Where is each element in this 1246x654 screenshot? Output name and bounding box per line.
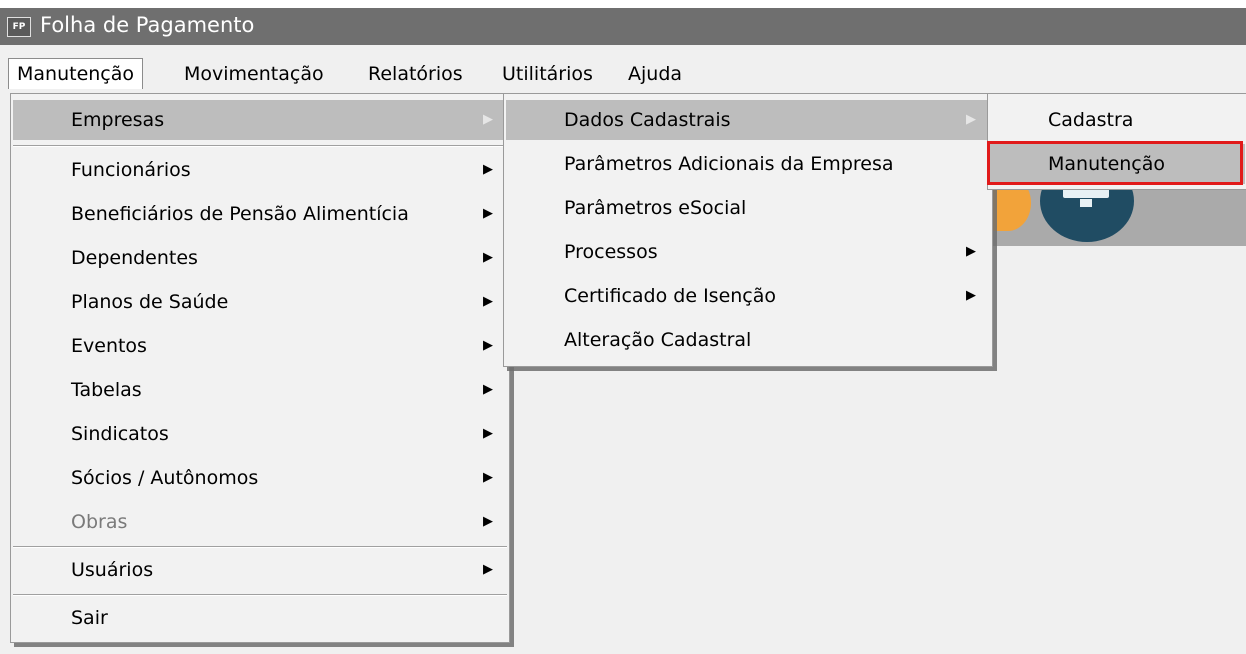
menu-item-dados-cadastrais[interactable]: Dados Cadastrais ▶ xyxy=(506,100,990,140)
menu-item-parametros-esocial[interactable]: Parâmetros eSocial xyxy=(506,188,990,228)
menu-item-beneficiarios[interactable]: Beneficiários de Pensão Alimentícia ▶ xyxy=(13,194,507,234)
menu-relatorios[interactable]: Relatórios xyxy=(360,59,471,89)
menu-item-sair[interactable]: Sair xyxy=(13,598,507,638)
submenu-arrow-icon: ▶ xyxy=(966,112,976,127)
menu-item-label: Alteração Cadastral xyxy=(564,329,752,351)
manutencao-dropdown: Empresas ▶ Funcionários ▶ Beneficiários … xyxy=(10,93,510,643)
empresas-submenu: Dados Cadastrais ▶ Parâmetros Adicionais… xyxy=(503,93,993,367)
menu-item-label: Dados Cadastrais xyxy=(564,109,731,131)
menu-item-processos[interactable]: Processos ▶ xyxy=(506,232,990,272)
menu-item-obras[interactable]: Obras ▶ xyxy=(13,502,507,542)
menu-separator xyxy=(13,145,507,147)
menu-movimentacao[interactable]: Movimentação xyxy=(176,59,332,89)
menu-item-socios-autonomos[interactable]: Sócios / Autônomos ▶ xyxy=(13,458,507,498)
menu-item-tabelas[interactable]: Tabelas ▶ xyxy=(13,370,507,410)
submenu-arrow-icon: ▶ xyxy=(483,162,493,177)
menu-item-label: Empresas xyxy=(71,109,165,131)
menu-item-label: Funcionários xyxy=(71,159,191,181)
menu-item-certificado-isencao[interactable]: Certificado de Isenção ▶ xyxy=(506,276,990,316)
submenu-arrow-icon: ▶ xyxy=(483,250,493,265)
submenu-arrow-icon: ▶ xyxy=(483,294,493,309)
menu-item-dependentes[interactable]: Dependentes ▶ xyxy=(13,238,507,278)
menu-item-parametros-adicionais[interactable]: Parâmetros Adicionais da Empresa xyxy=(506,144,990,184)
menu-item-label: Sindicatos xyxy=(71,423,169,445)
submenu-arrow-icon: ▶ xyxy=(483,470,493,485)
submenu-arrow-icon: ▶ xyxy=(483,382,493,397)
menu-item-label: Obras xyxy=(71,511,128,533)
submenu-arrow-icon: ▶ xyxy=(483,206,493,221)
menu-item-label: Planos de Saúde xyxy=(71,291,229,313)
submenu-arrow-icon: ▶ xyxy=(966,288,976,303)
menu-ajuda[interactable]: Ajuda xyxy=(620,59,690,89)
menu-item-label: Certificado de Isenção xyxy=(564,285,777,307)
submenu-arrow-icon: ▶ xyxy=(483,514,493,529)
menu-item-funcionarios[interactable]: Funcionários ▶ xyxy=(13,150,507,190)
app-icon: FP xyxy=(7,17,31,37)
menu-item-label: Parâmetros Adicionais da Empresa xyxy=(564,153,894,175)
menu-manutencao[interactable]: Manutenção xyxy=(8,58,144,89)
submenu-arrow-icon: ▶ xyxy=(483,338,493,353)
menu-item-cadastra[interactable]: Cadastra xyxy=(990,100,1245,140)
menu-separator xyxy=(13,594,507,596)
menu-item-label: Usuários xyxy=(71,559,154,581)
title-bar: FP Folha de Pagamento xyxy=(0,0,1246,45)
menu-bar: Manutenção Movimentação Relatórios Utili… xyxy=(0,45,1246,93)
menu-item-planos-saude[interactable]: Planos de Saúde ▶ xyxy=(13,282,507,322)
submenu-arrow-icon: ▶ xyxy=(483,562,493,577)
submenu-arrow-icon: ▶ xyxy=(483,426,493,441)
menu-item-usuarios[interactable]: Usuários ▶ xyxy=(13,550,507,590)
submenu-arrow-icon: ▶ xyxy=(966,244,976,259)
menu-item-label: Eventos xyxy=(71,335,147,357)
menu-item-label: Sair xyxy=(71,607,108,629)
menu-item-sindicatos[interactable]: Sindicatos ▶ xyxy=(13,414,507,454)
menu-item-label: Dependentes xyxy=(71,247,198,269)
menu-item-empresas[interactable]: Empresas ▶ xyxy=(13,100,507,140)
menu-item-label: Parâmetros eSocial xyxy=(564,197,747,219)
title-bar-background: FP Folha de Pagamento xyxy=(0,8,1246,45)
menu-item-eventos[interactable]: Eventos ▶ xyxy=(13,326,507,366)
menu-item-label: Tabelas xyxy=(71,379,142,401)
monitor-stand-icon xyxy=(1080,199,1092,207)
menu-item-label: Sócios / Autônomos xyxy=(71,467,259,489)
menu-item-label: Cadastra xyxy=(1048,109,1134,131)
menu-utilitarios[interactable]: Utilitários xyxy=(494,59,601,89)
submenu-arrow-icon: ▶ xyxy=(483,112,493,127)
window-title: Folha de Pagamento xyxy=(40,13,255,37)
menu-separator xyxy=(13,546,507,548)
menu-item-label: Processos xyxy=(564,241,658,263)
highlight-box xyxy=(987,141,1243,185)
menu-item-alteracao-cadastral[interactable]: Alteração Cadastral xyxy=(506,320,990,360)
menu-item-label: Beneficiários de Pensão Alimentícia xyxy=(71,203,409,225)
